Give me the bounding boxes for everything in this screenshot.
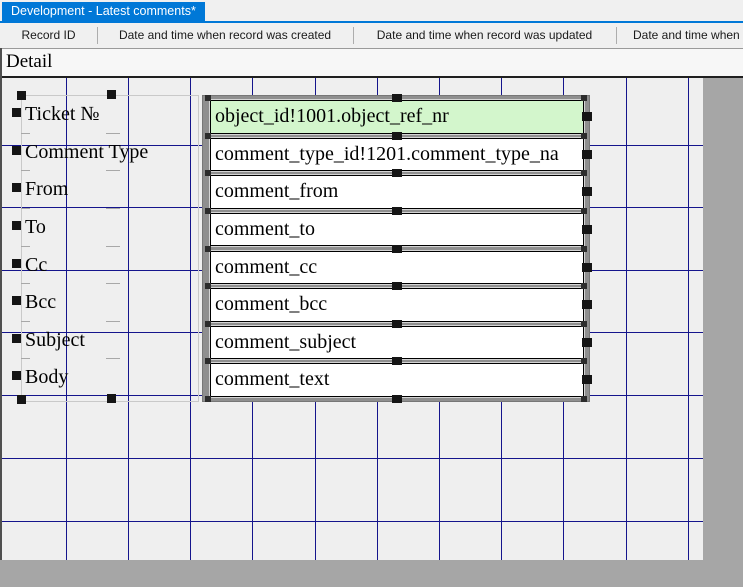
grid-line (626, 78, 627, 560)
resize-handle[interactable] (392, 207, 402, 215)
column-separator (616, 27, 617, 44)
label-text: Cc (25, 247, 47, 285)
frame-corner (581, 208, 587, 214)
resize-handle[interactable] (582, 263, 592, 272)
column-header-created[interactable]: Date and time when record was created (97, 23, 353, 48)
resize-handle[interactable] (582, 375, 592, 384)
frame-corner (205, 321, 211, 327)
resize-handle[interactable] (582, 300, 592, 309)
frame-corner (205, 246, 211, 252)
frame-corner (581, 358, 587, 364)
frame-corner (205, 358, 211, 364)
resize-handle[interactable] (12, 371, 21, 380)
field-comment-text[interactable]: comment_text (210, 363, 584, 397)
report-designer-window: Development - Latest comments* Record ID… (0, 0, 743, 587)
label-body[interactable]: Body (2, 359, 202, 397)
resize-handle[interactable] (392, 357, 402, 365)
frame-corner (581, 95, 587, 101)
column-header-updated[interactable]: Date and time when record was updated (353, 23, 616, 48)
field-comment-bcc[interactable]: comment_bcc (210, 288, 584, 322)
label-text: Ticket № (25, 96, 99, 134)
resize-handle[interactable] (582, 338, 592, 347)
label-text: Subject (25, 322, 85, 360)
frame-corner (581, 170, 587, 176)
frame-corner (205, 95, 211, 101)
resize-handle[interactable] (392, 245, 402, 253)
resize-handle[interactable] (392, 94, 402, 102)
design-canvas[interactable]: Ticket № Comment Type From To Cc Bcc Sub… (2, 78, 703, 560)
label-text: Comment Type (25, 134, 148, 172)
label-text: Body (25, 359, 68, 397)
column-separator (353, 27, 354, 44)
grid-line (2, 458, 703, 459)
resize-handle[interactable] (392, 395, 402, 403)
column-header-next[interactable]: Date and time when (616, 23, 743, 48)
resize-handle[interactable] (582, 150, 592, 159)
label-comment-type[interactable]: Comment Type (2, 134, 202, 172)
frame-corner (581, 396, 587, 402)
resize-handle[interactable] (12, 221, 21, 230)
detail-band-header[interactable]: Detail (0, 48, 743, 78)
label-text: From (25, 171, 68, 209)
label-text: To (25, 209, 46, 247)
column-separator (97, 27, 98, 44)
frame-corner (581, 133, 587, 139)
label-cc[interactable]: Cc (2, 247, 202, 285)
resize-handle[interactable] (582, 112, 592, 121)
grid-line (2, 521, 703, 522)
resize-handle[interactable] (12, 296, 21, 305)
resize-handle[interactable] (392, 169, 402, 177)
field-comment-type-name[interactable]: comment_type_id!1201.comment_type_na (210, 138, 584, 172)
grid-column-header-row: Record ID Date and time when record was … (0, 23, 743, 48)
field-comment-cc[interactable]: comment_cc (210, 251, 584, 285)
resize-handle[interactable] (582, 187, 592, 196)
frame-corner (205, 396, 211, 402)
label-ticket-no[interactable]: Ticket № (2, 96, 202, 134)
resize-handle[interactable] (12, 259, 21, 268)
outside-page-area (0, 560, 743, 587)
frame-corner (581, 246, 587, 252)
field-comment-to[interactable]: comment_to (210, 213, 584, 247)
outside-page-area (703, 78, 743, 560)
label-bcc[interactable]: Bcc (2, 284, 202, 322)
resize-handle[interactable] (12, 146, 21, 155)
resize-handle[interactable] (12, 108, 21, 117)
label-text: Bcc (25, 284, 56, 322)
label-subject[interactable]: Subject (2, 322, 202, 360)
label-from[interactable]: From (2, 171, 202, 209)
resize-handle[interactable] (12, 334, 21, 343)
grid-line (688, 78, 689, 560)
frame-corner (205, 283, 211, 289)
resize-handle[interactable] (392, 320, 402, 328)
field-comment-from[interactable]: comment_from (210, 175, 584, 209)
frame-corner (205, 133, 211, 139)
frame-corner (581, 283, 587, 289)
resize-handle[interactable] (392, 132, 402, 140)
resize-handle[interactable] (582, 225, 592, 234)
frame-corner (205, 170, 211, 176)
field-object-ref-nr[interactable]: object_id!1001.object_ref_nr (210, 100, 584, 134)
tab-development-latest-comments[interactable]: Development - Latest comments* (2, 2, 205, 21)
label-to[interactable]: To (2, 209, 202, 247)
resize-handle[interactable] (392, 282, 402, 290)
fields-selection-frame: object_id!1001.object_ref_nr comment_typ… (203, 96, 589, 401)
frame-corner (581, 321, 587, 327)
column-header-record-id[interactable]: Record ID (0, 23, 97, 48)
resize-handle[interactable] (12, 183, 21, 192)
frame-corner (205, 208, 211, 214)
field-comment-subject[interactable]: comment_subject (210, 326, 584, 360)
